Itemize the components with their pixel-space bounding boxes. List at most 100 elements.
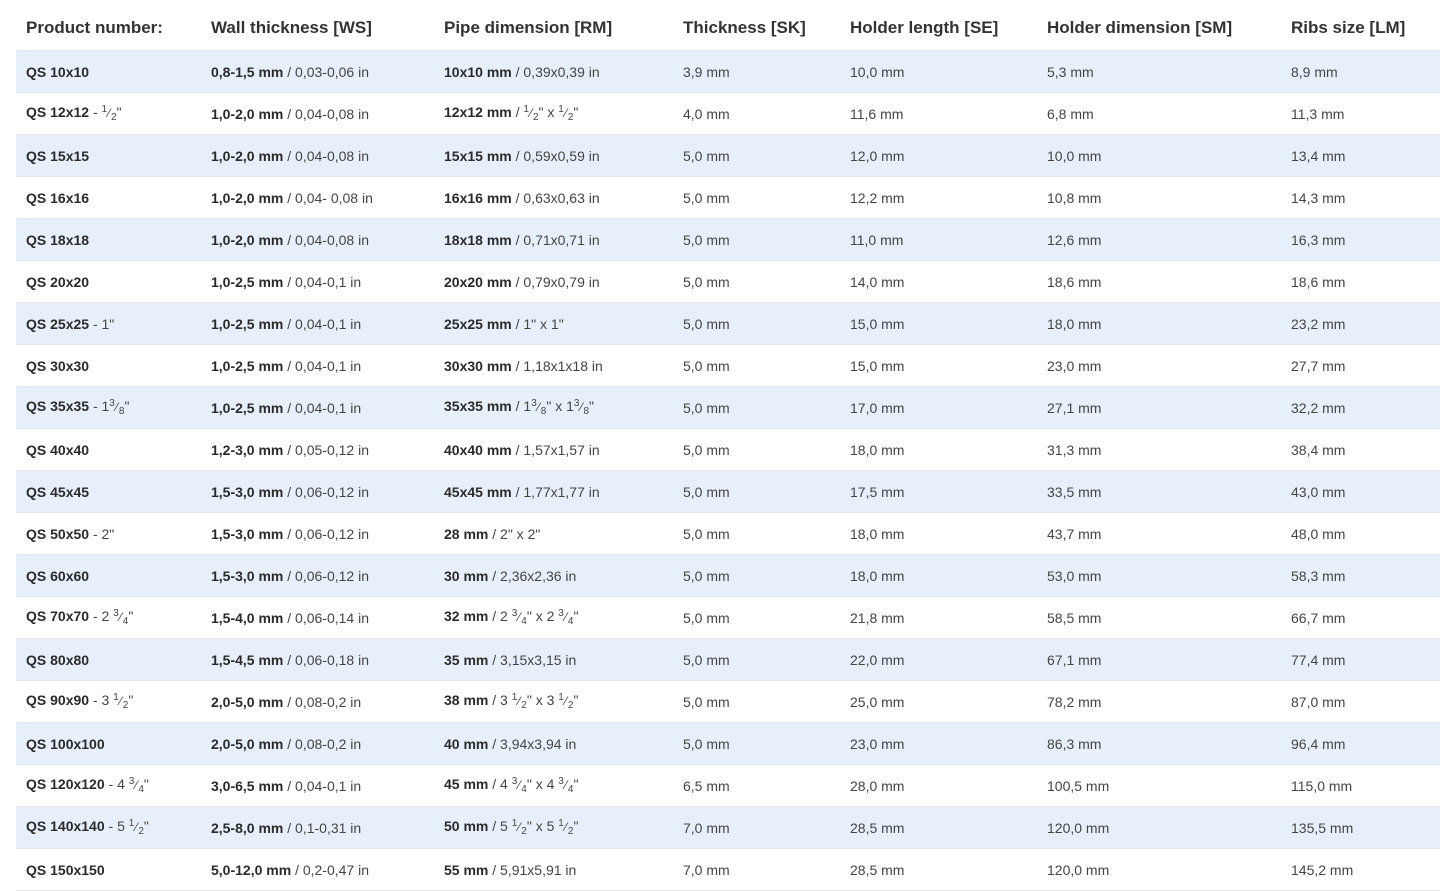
header-holder-length: Holder length [SE] xyxy=(840,6,1037,51)
fraction: 3⁄8 xyxy=(109,398,124,417)
cell-secondary-value: / 0,06-0,12 in xyxy=(283,525,369,542)
cell-thickness: 5,0 mm xyxy=(673,302,840,345)
cell-holder-dimension: 100,5 mm xyxy=(1037,764,1281,807)
cell-holder-length: 18,0 mm xyxy=(840,428,1037,471)
cell-product-number: QS 90x90 - 3 1⁄2" xyxy=(16,680,201,723)
cell-thickness: 5,0 mm xyxy=(673,428,840,471)
cell-primary-value: QS 150x150 xyxy=(26,861,105,878)
cell-product-number: QS 45x45 xyxy=(16,470,201,513)
cell-holder-dimension: 86,3 mm xyxy=(1037,722,1281,765)
cell-wall-thickness: 5,0-12,0 mm / 0,2-0,47 in xyxy=(201,848,434,891)
cell-holder-length: 12,2 mm xyxy=(840,176,1037,219)
cell-primary-value: 35x35 mm xyxy=(444,398,512,414)
cell-pipe-dimension: 20x20 mm / 0,79x0,79 in xyxy=(434,260,673,303)
cell-secondary-value: " xyxy=(573,776,579,792)
cell-primary-value: QS 35x35 xyxy=(26,398,90,414)
cell-product-number: QS 50x50 - 2" xyxy=(16,512,201,555)
cell-wall-thickness: 1,0-2,0 mm / 0,04-0,08 in xyxy=(201,92,434,135)
cell-primary-value: QS 12x12 xyxy=(26,104,90,120)
cell-thickness: 7,0 mm xyxy=(673,806,840,849)
cell-primary-value: QS 25x25 xyxy=(26,315,90,332)
cell-primary-value: 1,0-2,0 mm xyxy=(211,189,284,206)
cell-wall-thickness: 1,5-3,0 mm / 0,06-0,12 in xyxy=(201,554,434,597)
cell-pipe-dimension: 30x30 mm / 1,18x1x18 in xyxy=(434,344,673,387)
cell-ribs-size: 145,2 mm xyxy=(1281,848,1440,891)
cell-secondary-value: - 3 xyxy=(89,692,114,708)
cell-wall-thickness: 1,5-4,0 mm / 0,06-0,14 in xyxy=(201,596,434,639)
cell-wall-thickness: 1,0-2,0 mm / 0,04-0,08 in xyxy=(201,218,434,261)
cell-primary-value: 1,2-3,0 mm xyxy=(211,441,284,458)
cell-holder-dimension: 78,2 mm xyxy=(1037,680,1281,723)
cell-ribs-size: 13,4 mm xyxy=(1281,134,1440,177)
cell-holder-length: 17,0 mm xyxy=(840,386,1037,429)
cell-holder-length: 28,0 mm xyxy=(840,764,1037,807)
cell-secondary-value: / 3,94x3,94 in xyxy=(488,735,577,752)
table-row: QS 140x140 - 5 1⁄2" 2,5-8,0 mm / 0,1-0,31… xyxy=(16,806,1440,849)
cell-secondary-value: / 0,06-0,12 in xyxy=(283,567,369,584)
fraction: 1⁄2 xyxy=(113,692,128,711)
cell-pipe-dimension: 32 mm / 2 3⁄4" x 2 3⁄4" xyxy=(434,596,673,639)
cell-primary-value: 1,5-4,0 mm xyxy=(211,609,284,626)
cell-ribs-size: 23,2 mm xyxy=(1281,302,1440,345)
cell-primary-value: 40 mm xyxy=(444,735,489,752)
cell-holder-length: 11,6 mm xyxy=(840,92,1037,135)
table-row: QS 100x100 2,0-5,0 mm / 0,08-0,2 in 40 mm … xyxy=(16,722,1440,765)
cell-secondary-value: " xyxy=(116,104,122,120)
cell-pipe-dimension: 38 mm / 3 1⁄2" x 3 1⁄2" xyxy=(434,680,673,723)
cell-product-number: QS 25x25 - 1" xyxy=(16,302,201,345)
fraction: 1⁄2 xyxy=(512,692,527,711)
cell-secondary-value: / 0,04-0,1 in xyxy=(283,357,362,374)
cell-secondary-value: - 5 xyxy=(104,818,129,834)
fraction-numerator: 1 xyxy=(558,692,564,703)
table-row: QS 45x45 1,5-3,0 mm / 0,06-0,12 in 45x45 m… xyxy=(16,470,1440,513)
fraction: 1⁄2 xyxy=(558,818,573,837)
cell-primary-value: 50 mm xyxy=(444,818,489,834)
cell-pipe-dimension: 18x18 mm / 0,71x0,71 in xyxy=(434,218,673,261)
fraction-slash: ⁄ xyxy=(108,106,111,120)
cell-primary-value: QS 20x20 xyxy=(26,273,90,290)
cell-primary-value: QS 50x50 xyxy=(26,525,90,542)
cell-product-number: QS 30x30 xyxy=(16,344,201,387)
cell-product-number: QS 40x40 xyxy=(16,428,201,471)
cell-holder-length: 15,0 mm xyxy=(840,302,1037,345)
fraction: 3⁄8 xyxy=(531,398,546,417)
table-row: QS 60x60 1,5-3,0 mm / 0,06-0,12 in 30 mm /… xyxy=(16,554,1440,597)
cell-holder-length: 28,5 mm xyxy=(840,848,1037,891)
cell-primary-value: 1,0-2,5 mm xyxy=(211,273,284,290)
header-thickness: Thickness [SK] xyxy=(673,6,840,51)
cell-primary-value: 12x12 mm xyxy=(444,104,512,120)
cell-wall-thickness: 2,5-8,0 mm / 0,1-0,31 in xyxy=(201,806,434,849)
cell-holder-length: 28,5 mm xyxy=(840,806,1037,849)
table-row: QS 40x40 1,2-3,0 mm / 0,05-0,12 in 40x40 m… xyxy=(16,428,1440,471)
cell-secondary-value: - 4 xyxy=(104,776,129,792)
cell-secondary-value: / 1,18x1x18 in xyxy=(511,357,603,374)
header-wall-thickness: Wall thickness [WS] xyxy=(201,6,434,51)
fraction-numerator: 3 xyxy=(511,608,518,619)
cell-pipe-dimension: 55 mm / 5,91x5,91 in xyxy=(434,848,673,891)
cell-ribs-size: 14,3 mm xyxy=(1281,176,1440,219)
cell-product-number: QS 150x150 xyxy=(16,848,201,891)
cell-primary-value: QS 30x30 xyxy=(26,357,90,374)
cell-primary-value: QS 18x18 xyxy=(26,231,90,248)
cell-secondary-value: / 0,05-0,12 in xyxy=(283,441,369,458)
cell-holder-length: 22,0 mm xyxy=(840,638,1037,681)
cell-secondary-value: / 0,1-0,31 in xyxy=(283,819,362,836)
cell-secondary-value: - xyxy=(89,104,102,120)
cell-primary-value: 1,5-3,0 mm xyxy=(211,525,284,542)
cell-primary-value: QS 90x90 xyxy=(26,692,90,708)
cell-primary-value: 40x40 mm xyxy=(444,441,512,458)
table-row: QS 20x20 1,0-2,5 mm / 0,04-0,1 in 20x20 mm… xyxy=(16,260,1440,303)
cell-secondary-value: / 0,04-0,1 in xyxy=(283,399,362,416)
cell-product-number: QS 18x18 xyxy=(16,218,201,261)
cell-primary-value: 1,0-2,5 mm xyxy=(211,357,284,374)
cell-ribs-size: 43,0 mm xyxy=(1281,470,1440,513)
cell-wall-thickness: 1,0-2,0 mm / 0,04- 0,08 in xyxy=(201,176,434,219)
cell-secondary-value: / 2" x 2" xyxy=(488,525,541,542)
cell-pipe-dimension: 28 mm / 2" x 2" xyxy=(434,512,673,555)
table-row: QS 90x90 - 3 1⁄2" 2,0-5,0 mm / 0,08-0,2 i… xyxy=(16,680,1440,723)
cell-holder-dimension: 120,0 mm xyxy=(1037,806,1281,849)
cell-product-number: QS 60x60 xyxy=(16,554,201,597)
cell-holder-length: 10,0 mm xyxy=(840,50,1037,93)
cell-pipe-dimension: 30 mm / 2,36x2,36 in xyxy=(434,554,673,597)
cell-secondary-value: / 0,06-0,12 in xyxy=(283,483,369,500)
